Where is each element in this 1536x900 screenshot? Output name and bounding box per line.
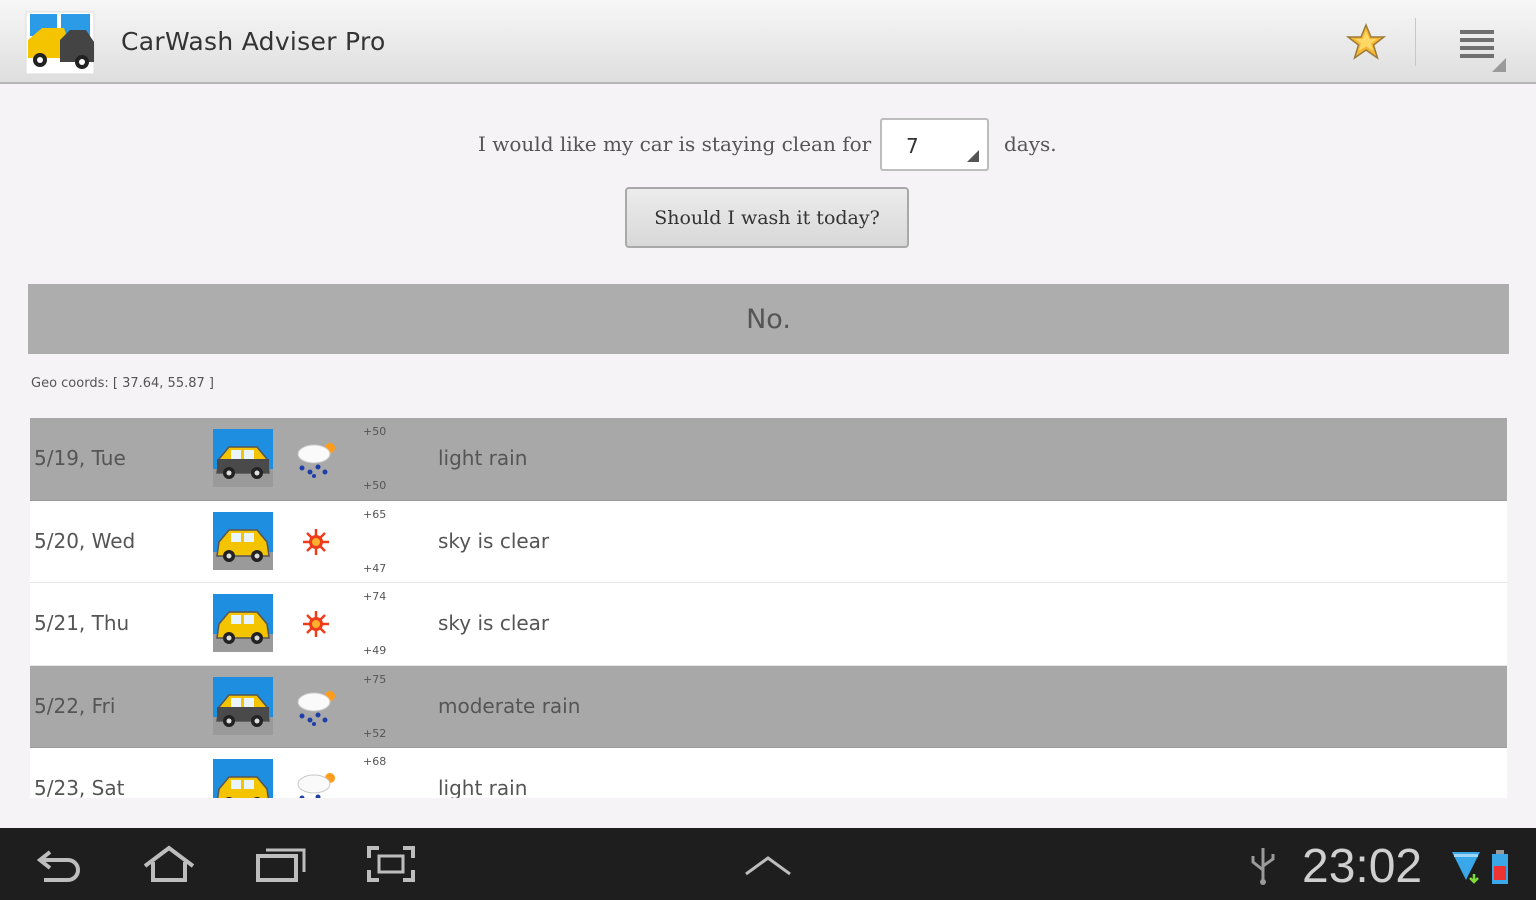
back-button[interactable] xyxy=(28,842,88,886)
home-icon xyxy=(143,845,195,882)
weather-description: light rain xyxy=(438,446,528,470)
forecast-date: 5/20, Wed xyxy=(34,528,136,553)
weather-description: light rain xyxy=(438,776,528,798)
dirty-car-icon xyxy=(213,676,273,735)
clean-car-icon xyxy=(213,594,273,652)
forecast-date: 5/23, Sat xyxy=(34,776,125,798)
dirty-car-icon xyxy=(213,429,273,487)
days-suffix-label: days. xyxy=(1004,132,1057,156)
wifi-icon xyxy=(1450,848,1482,884)
geo-coords: Geo coords: [ 37.64, 55.87 ] xyxy=(31,376,214,391)
should-wash-button[interactable]: Should I wash it today? xyxy=(625,187,909,248)
forecast-date: 5/19, Tue xyxy=(34,446,126,470)
menu-corner-indicator xyxy=(1492,58,1506,72)
forecast-row[interactable]: 5/21, Thu +74 +49 sky is clear xyxy=(30,583,1507,666)
forecast-date: 5/21, Thu xyxy=(34,611,130,635)
rain-icon xyxy=(292,686,340,728)
sun-icon xyxy=(292,603,340,645)
back-icon xyxy=(36,850,80,882)
status-clock: 23:02 xyxy=(1302,840,1423,893)
weather-description: moderate rain xyxy=(438,693,581,718)
temp-high: +50 xyxy=(363,425,387,438)
sun-icon xyxy=(292,521,340,563)
forecast-list[interactable]: 5/19, Tue +50 +50 light rain 5/20, Wed +… xyxy=(30,418,1507,798)
temp-low: +47 xyxy=(363,561,387,575)
recent-apps-button[interactable] xyxy=(250,842,310,886)
clean-car-icon xyxy=(213,759,273,798)
temp-high: +68 xyxy=(363,755,387,768)
usb-icon xyxy=(1246,846,1280,886)
rain-icon xyxy=(292,438,340,480)
battery-icon xyxy=(1490,848,1510,886)
days-value: 7 xyxy=(906,134,919,158)
forecast-date: 5/22, Fri xyxy=(34,693,116,718)
screenshot-button[interactable] xyxy=(361,842,421,886)
weather-description: sky is clear xyxy=(438,528,550,553)
overflow-menu-button[interactable] xyxy=(1446,14,1510,74)
answer-banner: No. xyxy=(28,284,1509,354)
temp-high: +75 xyxy=(363,672,387,686)
overflow-menu-icon xyxy=(1460,30,1494,62)
screenshot-icon xyxy=(367,846,415,882)
temp-low: +52 xyxy=(363,726,387,740)
forecast-row[interactable]: 5/23, Sat +68 light rain xyxy=(30,748,1507,798)
action-bar: CarWash Adviser Pro xyxy=(0,0,1536,84)
car-wash-app-icon[interactable] xyxy=(24,10,96,76)
temp-low: +50 xyxy=(363,479,387,492)
forecast-row[interactable]: 5/19, Tue +50 +50 light rain xyxy=(30,418,1507,501)
forecast-row[interactable]: 5/22, Fri +75 +52 moderate rain xyxy=(30,665,1507,748)
temp-high: +74 xyxy=(363,590,387,603)
recent-apps-icon xyxy=(256,848,306,882)
expand-button[interactable] xyxy=(738,842,798,886)
app-title: CarWash Adviser Pro xyxy=(121,27,386,56)
temp-high: +65 xyxy=(363,507,387,521)
rain-icon xyxy=(292,768,340,798)
favorite-button[interactable] xyxy=(1338,14,1394,70)
clean-car-icon xyxy=(213,511,273,570)
spinner-corner-icon xyxy=(967,150,979,162)
forecast-row[interactable]: 5/20, Wed +65 +47 sky is clear xyxy=(30,500,1507,583)
weather-description: sky is clear xyxy=(438,611,550,635)
home-button[interactable] xyxy=(139,842,199,886)
expand-icon xyxy=(745,856,791,876)
days-spinner[interactable]: 7 xyxy=(880,118,989,171)
star-icon xyxy=(1346,23,1386,60)
action-bar-divider xyxy=(1415,18,1416,66)
temp-low: +49 xyxy=(363,644,387,657)
system-bar: 23:02 xyxy=(0,828,1536,900)
question-label: I would like my car is staying clean for xyxy=(478,132,872,156)
